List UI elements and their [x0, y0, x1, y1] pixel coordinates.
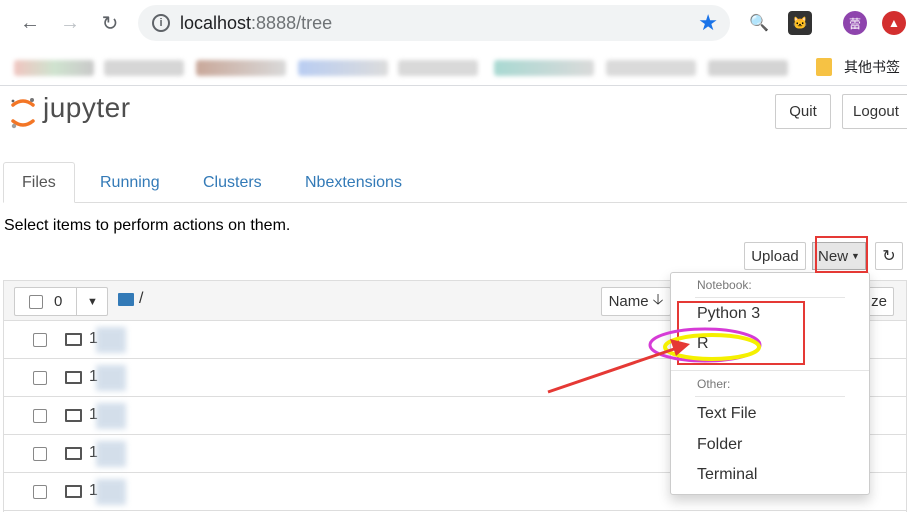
sort-label: Name [608, 293, 649, 310]
row-checkbox[interactable] [33, 371, 47, 385]
browser-toolbar: ← → ↻ i localhost:8888/tree ★ 🔍 🐱 蕾 ▲ [0, 0, 907, 46]
bookmarks-bar: 其他书签 [0, 46, 907, 86]
redacted-name [96, 403, 126, 429]
tab-nbextensions[interactable]: Nbextensions [287, 162, 420, 203]
menu-divider [695, 396, 845, 397]
notebook-header: Notebook: [697, 278, 752, 292]
tab-files[interactable]: Files [3, 162, 75, 203]
row-checkbox[interactable] [33, 333, 47, 347]
annotation-box-new [815, 236, 868, 273]
quit-button[interactable]: Quit [775, 94, 831, 129]
row-checkbox[interactable] [33, 485, 47, 499]
annotation-box-kernels [677, 301, 805, 365]
folder-icon [65, 371, 82, 384]
menu-item-terminal[interactable]: Terminal [697, 466, 757, 484]
reload-icon[interactable]: ↻ [97, 10, 123, 36]
menu-divider [671, 370, 869, 371]
bookmark-star-icon[interactable]: ★ [698, 10, 718, 36]
site-info-icon[interactable]: i [152, 14, 170, 32]
url-path: :8888/tree [251, 13, 333, 33]
back-arrow-icon[interactable]: ← [17, 10, 43, 36]
extension-upload-icon[interactable]: ▲ [882, 11, 906, 35]
selection-instruction: Select items to perform actions on them. [4, 217, 291, 234]
extension-search-icon[interactable]: 🔍 [747, 11, 771, 35]
folder-icon[interactable] [118, 293, 134, 306]
select-all-checkbox[interactable] [29, 295, 43, 309]
address-bar[interactable]: i localhost:8888/tree ★ [138, 5, 730, 41]
url-host: localhost [180, 13, 252, 33]
redacted-name [96, 441, 126, 467]
tab-clusters[interactable]: Clusters [185, 162, 280, 203]
select-all-group: 0 ▼ [14, 287, 108, 316]
jupyter-logo-icon [11, 98, 35, 129]
bookmark-item[interactable] [104, 60, 184, 76]
tab-running[interactable]: Running [82, 162, 178, 203]
folder-icon [65, 409, 82, 422]
sort-by-name-button[interactable]: Name 🡣 [601, 287, 671, 316]
bookmark-item[interactable] [196, 60, 286, 76]
folder-icon [65, 485, 82, 498]
profile-initial: 蕾 [848, 16, 861, 31]
folder-icon [65, 447, 82, 460]
selected-count: 0 [54, 293, 63, 310]
redacted-name [96, 479, 126, 505]
folder-icon [65, 333, 82, 346]
menu-item-text-file[interactable]: Text File [697, 405, 757, 423]
redacted-name [96, 327, 126, 353]
extension-cat-icon[interactable]: 🐱 [788, 11, 812, 35]
menu-divider [695, 297, 845, 298]
arrow-down-icon: 🡣 [652, 291, 664, 308]
row-checkbox[interactable] [33, 409, 47, 423]
breadcrumb-root[interactable]: / [139, 290, 143, 308]
jupyter-wordmark[interactable]: jupyter [43, 92, 131, 124]
profile-avatar[interactable]: 蕾 [843, 11, 867, 35]
bookmark-item[interactable] [606, 60, 696, 76]
other-bookmarks-label[interactable]: 其他书签 [844, 57, 900, 77]
folder-icon [816, 58, 832, 76]
bookmark-item[interactable] [494, 60, 594, 76]
menu-item-folder[interactable]: Folder [697, 436, 742, 454]
redacted-name [96, 365, 126, 391]
refresh-icon[interactable]: ↻ [875, 242, 903, 270]
forward-arrow-icon[interactable]: → [57, 10, 83, 36]
logout-button[interactable]: Logout [842, 94, 907, 129]
row-checkbox[interactable] [33, 447, 47, 461]
selection-menu-caret-icon[interactable]: ▼ [76, 288, 108, 315]
bookmark-item[interactable] [398, 60, 478, 76]
other-header: Other: [697, 377, 731, 391]
url-text: localhost:8888/tree [180, 13, 332, 34]
bookmark-item[interactable] [14, 60, 94, 76]
bookmark-item[interactable] [708, 60, 788, 76]
upload-button[interactable]: Upload [744, 242, 806, 270]
bookmark-item[interactable] [298, 60, 388, 76]
